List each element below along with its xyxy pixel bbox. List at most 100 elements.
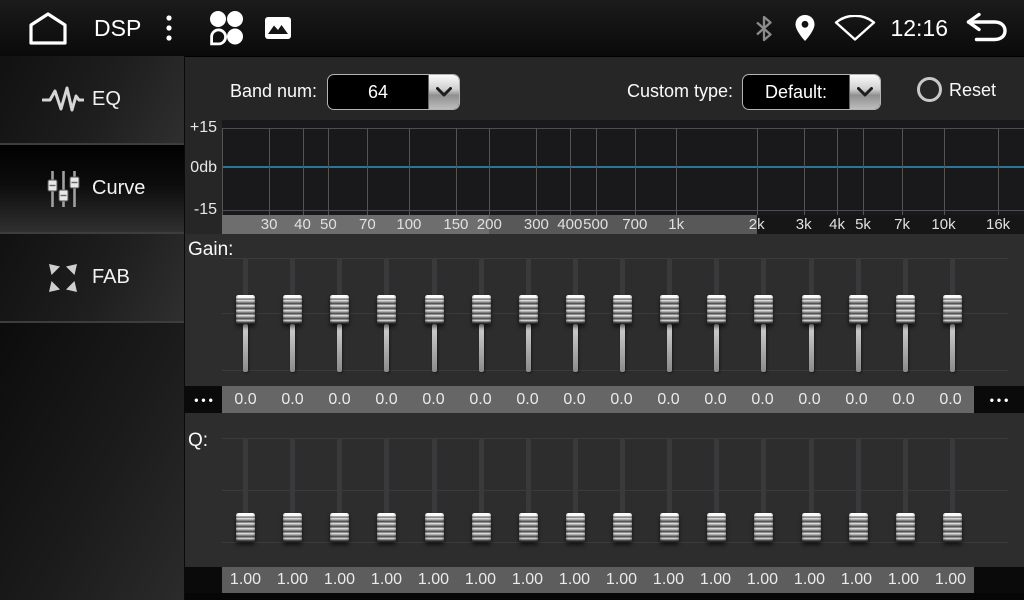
chevron-down-icon[interactable]	[849, 75, 880, 109]
q-slider-knob[interactable]	[425, 513, 444, 542]
q-slider-knob[interactable]	[754, 513, 773, 542]
gain-scroll-left-button[interactable]: •••	[185, 386, 222, 413]
gain-slider-10[interactable]	[646, 258, 693, 372]
sidebar-item-curve[interactable]: Curve	[0, 145, 184, 232]
q-slider-15[interactable]	[882, 438, 929, 543]
gain-slider-knob[interactable]	[849, 295, 868, 324]
q-slider-10[interactable]	[646, 438, 693, 543]
gain-slider-2[interactable]	[269, 258, 316, 372]
reset-radio[interactable]	[917, 77, 942, 102]
gallery-icon[interactable]	[265, 17, 291, 39]
q-slider-knob[interactable]	[283, 513, 302, 542]
gain-slider-knob[interactable]	[472, 295, 491, 324]
gain-slider-14[interactable]	[835, 258, 882, 372]
overflow-menu-icon[interactable]	[163, 12, 175, 44]
sidebar-item-eq[interactable]: EQ	[0, 56, 184, 143]
gain-slider-knob[interactable]	[236, 295, 255, 324]
slider-track	[809, 438, 814, 516]
q-slider-9[interactable]	[599, 438, 646, 543]
q-slider-knob[interactable]	[472, 513, 491, 542]
gain-slider-9[interactable]	[599, 258, 646, 372]
gain-slider-7[interactable]	[505, 258, 552, 372]
gain-scroll-right-button[interactable]: •••	[974, 386, 1024, 413]
sidebar-item-fab[interactable]: FAB	[0, 234, 184, 321]
q-scroll-right-button[interactable]	[974, 567, 1024, 593]
gain-slider-knob[interactable]	[566, 295, 585, 324]
bluetooth-icon	[754, 15, 774, 42]
slider-track	[761, 438, 766, 516]
gain-slider-knob[interactable]	[330, 295, 349, 324]
slider-track	[667, 324, 672, 372]
q-slider-knob[interactable]	[519, 513, 538, 542]
gain-slider-5[interactable]	[411, 258, 458, 372]
gain-slider-knob[interactable]	[425, 295, 444, 324]
q-slider-knob[interactable]	[660, 513, 679, 542]
q-slider-2[interactable]	[269, 438, 316, 543]
clock: 12:16	[890, 15, 948, 42]
gain-slider-1[interactable]	[222, 258, 269, 372]
chevron-down-icon[interactable]	[428, 75, 459, 109]
gain-slider-knob[interactable]	[660, 295, 679, 324]
slider-track	[432, 324, 437, 372]
q-slider-16[interactable]	[929, 438, 976, 543]
slider-track	[903, 258, 908, 298]
q-slider-knob[interactable]	[849, 513, 868, 542]
gain-slider-13[interactable]	[788, 258, 835, 372]
q-value-4: 1.00	[363, 567, 410, 593]
apps-clover-icon[interactable]	[207, 9, 245, 47]
gain-slider-knob[interactable]	[707, 295, 726, 324]
grid-line	[303, 128, 304, 215]
q-slider-knob[interactable]	[896, 513, 915, 542]
gain-slider-15[interactable]	[882, 258, 929, 372]
gain-slider-knob[interactable]	[896, 295, 915, 324]
gain-value-11: 0.0	[692, 386, 739, 413]
x-tick-label: 30	[261, 215, 278, 234]
gain-slider-knob[interactable]	[802, 295, 821, 324]
q-slider-knob[interactable]	[943, 513, 962, 542]
q-slider-knob[interactable]	[802, 513, 821, 542]
slider-track	[573, 438, 578, 516]
q-slider-7[interactable]	[505, 438, 552, 543]
q-slider-knob[interactable]	[377, 513, 396, 542]
custom-type-dropdown[interactable]: Default:	[742, 74, 881, 110]
q-slider-knob[interactable]	[566, 513, 585, 542]
q-slider-12[interactable]	[740, 438, 787, 543]
q-slider-5[interactable]	[411, 438, 458, 543]
grid-line	[902, 128, 903, 215]
gain-slider-11[interactable]	[693, 258, 740, 372]
gain-slider-knob[interactable]	[613, 295, 632, 324]
home-icon[interactable]	[26, 10, 70, 46]
q-slider-14[interactable]	[835, 438, 882, 543]
gain-slider-16[interactable]	[929, 258, 976, 372]
q-slider-knob[interactable]	[236, 513, 255, 542]
back-icon[interactable]	[962, 11, 1010, 45]
q-slider-4[interactable]	[363, 438, 410, 543]
q-value-12: 1.00	[739, 567, 786, 593]
q-slider-3[interactable]	[316, 438, 363, 543]
gain-slider-knob[interactable]	[283, 295, 302, 324]
q-slider-knob[interactable]	[330, 513, 349, 542]
gain-slider-3[interactable]	[316, 258, 363, 372]
band-num-dropdown[interactable]: 64	[327, 74, 460, 110]
gain-slider-4[interactable]	[363, 258, 410, 372]
gain-slider-8[interactable]	[552, 258, 599, 372]
gain-slider-6[interactable]	[458, 258, 505, 372]
q-slider-11[interactable]	[693, 438, 740, 543]
q-scroll-left-button[interactable]	[185, 567, 222, 593]
gain-slider-knob[interactable]	[377, 295, 396, 324]
q-value-9: 1.00	[598, 567, 645, 593]
x-tick-label: 70	[359, 215, 376, 234]
q-slider-13[interactable]	[788, 438, 835, 543]
q-slider-knob[interactable]	[707, 513, 726, 542]
x-tick-label: 10k	[931, 215, 955, 234]
q-slider-1[interactable]	[222, 438, 269, 543]
q-slider-knob[interactable]	[613, 513, 632, 542]
slider-track	[667, 258, 672, 298]
gain-value-8: 0.0	[551, 386, 598, 413]
q-slider-6[interactable]	[458, 438, 505, 543]
gain-slider-knob[interactable]	[519, 295, 538, 324]
gain-slider-12[interactable]	[740, 258, 787, 372]
q-slider-8[interactable]	[552, 438, 599, 543]
gain-slider-knob[interactable]	[943, 295, 962, 324]
gain-slider-knob[interactable]	[754, 295, 773, 324]
